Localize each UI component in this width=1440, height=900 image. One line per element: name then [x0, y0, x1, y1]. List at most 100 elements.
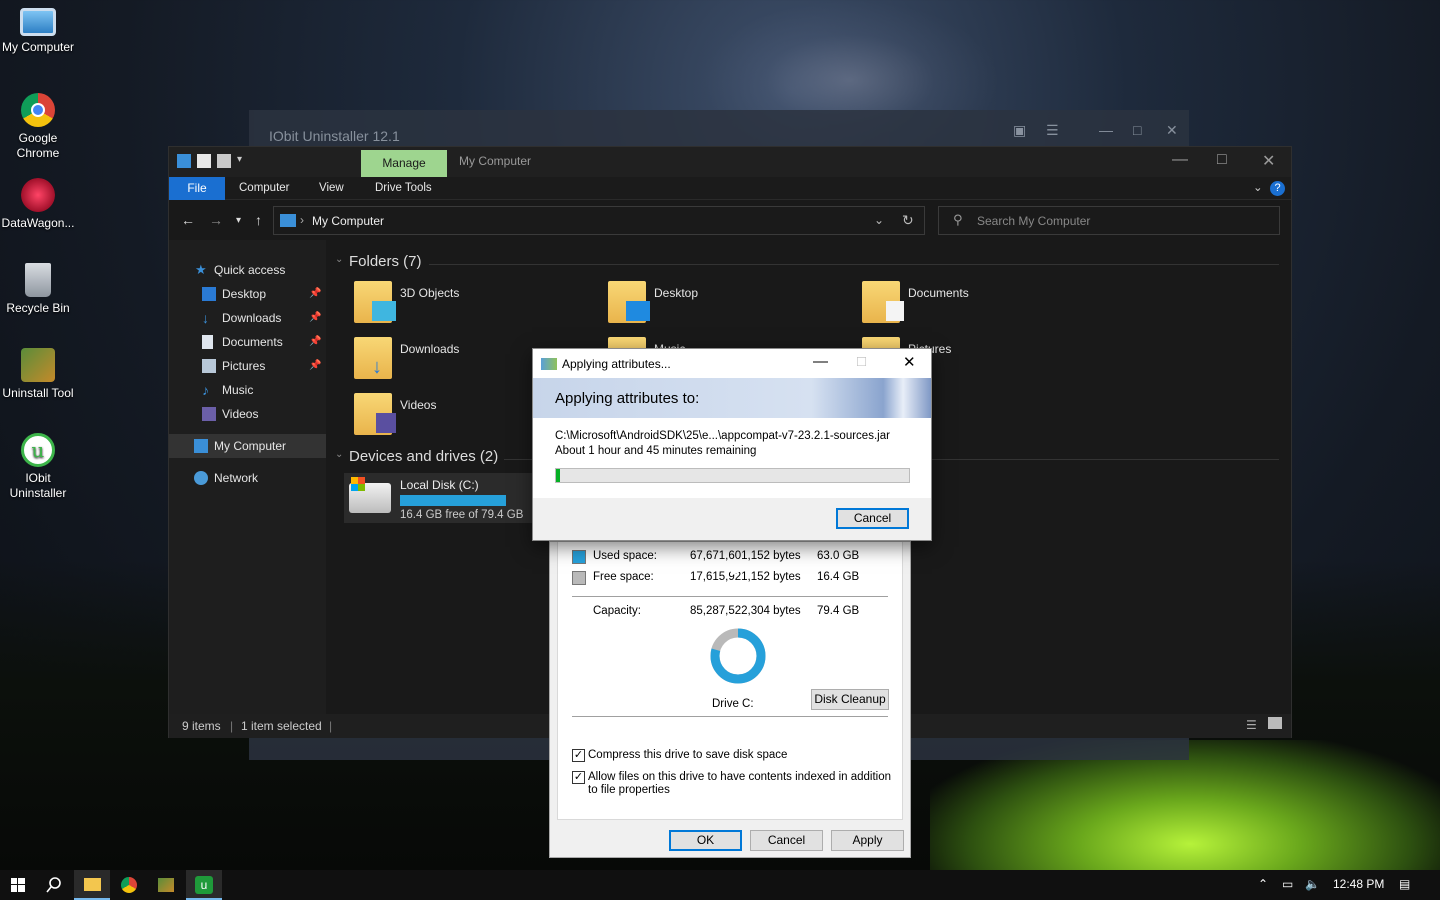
dialog-header-banner: Applying attributes to: — [533, 378, 931, 418]
help-icon[interactable]: ? — [1270, 181, 1285, 196]
collapse-folders-icon[interactable]: ⌄ — [335, 254, 343, 265]
address-text: My Computer — [312, 214, 385, 228]
ribbon-tabs: File Computer View Drive Tools ⌄ ? — [169, 177, 1291, 200]
tab-file[interactable]: File — [169, 177, 225, 200]
taskbar-iobit[interactable]: u — [186, 870, 222, 900]
uninstall-tool-icon — [158, 878, 174, 892]
iobit-toolbox-icon[interactable]: ▣ — [1013, 122, 1026, 139]
taskbar-chrome[interactable] — [111, 870, 147, 900]
search-button[interactable] — [36, 870, 72, 900]
up-button[interactable]: ↑ — [255, 212, 262, 228]
status-separator: | — [329, 719, 333, 733]
sidebar-item-my-computer[interactable]: My Computer — [169, 434, 326, 458]
back-button[interactable]: ← — [181, 212, 195, 228]
volume-icon[interactable]: 🔈 — [1305, 877, 1320, 891]
drive-item-local-disk-c[interactable]: Local Disk (C:) 16.4 GB free of 79.4 GB — [344, 473, 534, 523]
sidebar-item-documents[interactable]: Documents 📌 — [169, 330, 326, 354]
document-icon — [202, 335, 213, 349]
sidebar-item-desktop[interactable]: Desktop 📌 — [169, 282, 326, 306]
search-input[interactable]: ⚲ Search My Computer — [938, 206, 1280, 235]
sidebar-item-music[interactable]: ♪ Music — [169, 378, 326, 402]
tab-manage[interactable]: Manage — [361, 150, 447, 177]
network-icon[interactable]: ▭ — [1282, 877, 1293, 891]
group-divider — [429, 264, 1279, 265]
desktop-icon-datawagon[interactable]: DataWagon... — [0, 178, 76, 231]
iobit-window-title: IObit Uninstaller 12.1 — [269, 128, 400, 144]
breadcrumb-chevron-icon: › — [300, 213, 304, 227]
tab-computer[interactable]: Computer — [239, 182, 290, 194]
chevron-down-icon[interactable]: ⌄ — [874, 213, 884, 227]
sidebar-item-quick-access[interactable]: ★ Quick access — [169, 258, 326, 282]
pin-icon[interactable]: 📌 — [309, 306, 321, 330]
navigation-pane: ★ Quick access Desktop 📌 ↓ Downloads 📌 D… — [169, 240, 326, 714]
tab-drive-tools[interactable]: Drive Tools — [375, 182, 432, 194]
desktop-icon-google-chrome[interactable]: Google Chrome — [0, 93, 76, 161]
index-drive-checkbox[interactable]: ✓ — [572, 771, 585, 784]
apply-button[interactable]: Apply — [831, 830, 904, 851]
sidebar-item-downloads[interactable]: ↓ Downloads 📌 — [169, 306, 326, 330]
iobit-menu-icon[interactable]: ☰ — [1046, 122, 1059, 139]
cancel-button[interactable]: Cancel — [750, 830, 823, 851]
recent-locations-icon[interactable]: ▾ — [236, 215, 241, 226]
customize-toolbar-icon[interactable]: ▾ — [237, 154, 251, 168]
pin-icon[interactable]: 📌 — [309, 354, 321, 378]
folder-label: 3D Objects — [400, 286, 460, 300]
details-view-icon[interactable]: ☰ — [1246, 718, 1257, 732]
star-icon: ★ — [195, 262, 207, 277]
selection-count: 1 item selected — [241, 719, 322, 733]
maximize-button[interactable]: □ — [1217, 151, 1227, 169]
clock[interactable]: 12:48 PM — [1333, 877, 1384, 891]
iobit-close-button[interactable]: ✕ — [1166, 122, 1178, 139]
close-button[interactable]: ✕ — [1262, 151, 1275, 171]
applying-attributes-dialog[interactable]: Applying attributes... — □ ✕ Applying at… — [532, 348, 932, 541]
collapse-drives-icon[interactable]: ⌄ — [335, 449, 343, 460]
properties-icon[interactable] — [197, 154, 211, 168]
forward-button[interactable]: → — [209, 212, 223, 228]
drive-properties-dialog[interactable]: Used space: 67,671,601,152 bytes 63.0 GB… — [549, 541, 911, 858]
folder-label: Documents — [908, 286, 969, 300]
sidebar-item-label: Documents — [222, 335, 283, 349]
sidebar-item-label: Network — [214, 471, 259, 485]
address-bar[interactable]: › My Computer ⌄ ↻ — [273, 206, 925, 235]
folders-group-header[interactable]: Folders (7) — [349, 253, 422, 270]
new-folder-icon[interactable] — [217, 154, 231, 168]
time-remaining: About 1 hour and 45 minutes remaining — [555, 445, 757, 457]
desktop-folder-icon — [608, 281, 650, 323]
sidebar-item-videos[interactable]: Videos — [169, 402, 326, 426]
capacity-label: Capacity: — [593, 605, 641, 617]
drive-label: Drive C: — [712, 698, 754, 710]
dialog-minimize-button[interactable]: — — [813, 353, 828, 370]
sidebar-item-pictures[interactable]: Pictures 📌 — [169, 354, 326, 378]
pin-icon[interactable]: 📌 — [309, 330, 321, 354]
folder-item-3d-objects[interactable]: 3D Objects — [354, 281, 574, 331]
tab-view[interactable]: View — [319, 182, 344, 194]
disk-cleanup-button[interactable]: Disk Cleanup — [811, 689, 889, 710]
file-explorer-icon — [84, 878, 101, 891]
refresh-icon[interactable]: ↻ — [902, 212, 914, 229]
large-icons-view-icon[interactable] — [1268, 717, 1282, 729]
desktop-icon-uninstall-tool[interactable]: Uninstall Tool — [0, 348, 76, 401]
sidebar-item-network[interactable]: Network — [169, 466, 326, 490]
compress-drive-checkbox[interactable]: ✓ — [572, 749, 585, 762]
desktop-icon-iobit-uninstaller[interactable]: u IObit Uninstaller — [0, 433, 76, 501]
taskbar-uninstall-tool[interactable] — [148, 870, 184, 900]
action-center-icon[interactable]: ▤ — [1399, 877, 1410, 891]
iobit-maximize-button[interactable]: □ — [1133, 122, 1141, 138]
folder-item-documents[interactable]: Documents — [862, 281, 1082, 331]
start-button[interactable] — [0, 870, 36, 900]
devices-group-header[interactable]: Devices and drives (2) — [349, 448, 498, 465]
minimize-button[interactable]: — — [1172, 151, 1188, 169]
dialog-close-button[interactable]: ✕ — [903, 353, 916, 371]
dialog-cancel-button[interactable]: Cancel — [836, 508, 909, 529]
desktop-icon-recycle-bin[interactable]: Recycle Bin — [0, 263, 76, 316]
ok-button[interactable]: OK — [669, 830, 742, 851]
chrome-icon — [21, 93, 55, 127]
taskbar-file-explorer[interactable] — [74, 870, 110, 900]
show-hidden-icons-icon[interactable]: ⌃ — [1258, 877, 1268, 891]
download-arrow-icon: ↓ — [202, 310, 209, 326]
folder-item-desktop[interactable]: Desktop — [608, 281, 828, 331]
expand-ribbon-icon[interactable]: ⌄ — [1253, 180, 1263, 194]
desktop-icon-my-computer[interactable]: My Computer — [0, 8, 76, 55]
iobit-minimize-button[interactable]: — — [1099, 122, 1113, 138]
pin-icon[interactable]: 📌 — [309, 282, 321, 306]
